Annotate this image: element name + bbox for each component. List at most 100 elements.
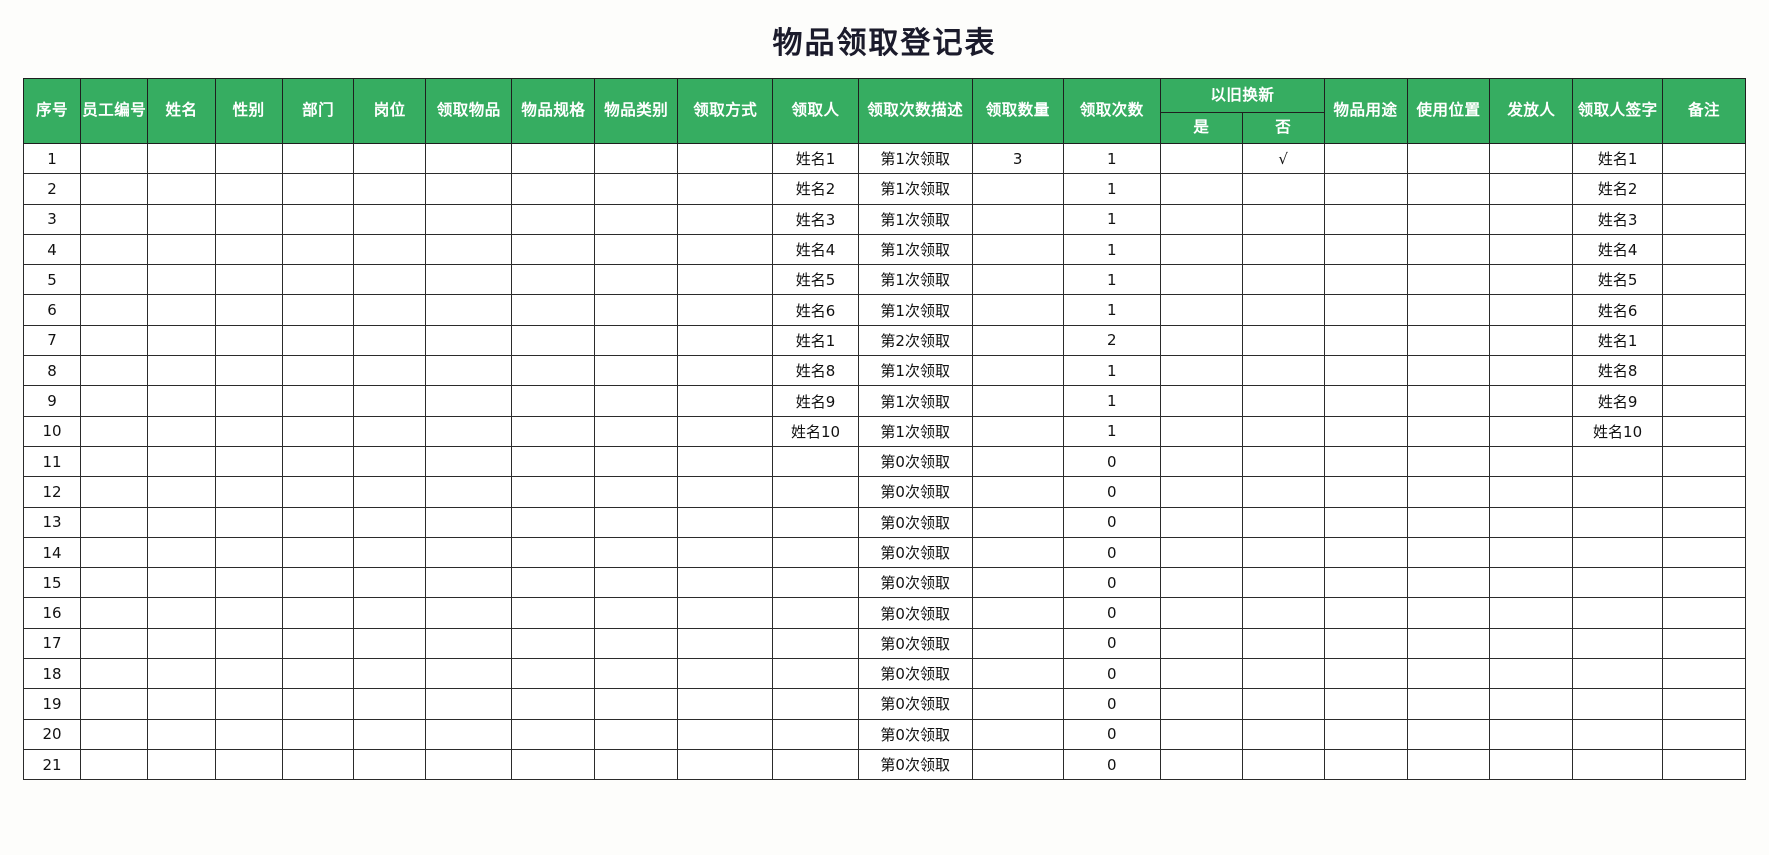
cell-post[interactable] xyxy=(353,142,427,175)
cell-trade-in-yes[interactable] xyxy=(1160,567,1243,599)
cell-receiver[interactable] xyxy=(772,567,859,599)
cell-trade-in-no[interactable]: √ xyxy=(1241,142,1325,175)
cell-receiver[interactable]: 姓名3 xyxy=(772,203,859,235)
cell-name[interactable] xyxy=(147,385,216,417)
cell-name[interactable] xyxy=(147,567,216,599)
cell-post[interactable] xyxy=(353,476,427,508)
cell-spec[interactable] xyxy=(511,718,596,750)
cell-post[interactable] xyxy=(353,567,427,599)
cell-times[interactable]: 0 xyxy=(1062,536,1162,569)
cell-usage[interactable] xyxy=(1323,264,1408,296)
cell-seq[interactable]: 9 xyxy=(22,385,82,417)
cell-category[interactable] xyxy=(594,476,679,508)
cell-dept[interactable] xyxy=(281,233,355,266)
cell-category[interactable] xyxy=(594,718,679,750)
cell-dept[interactable] xyxy=(281,658,355,690)
cell-name[interactable] xyxy=(147,536,216,569)
cell-gender[interactable] xyxy=(214,203,283,235)
cell-usage[interactable] xyxy=(1323,718,1408,750)
cell-signature[interactable]: 姓名1 xyxy=(1572,324,1663,357)
cell-issuer[interactable] xyxy=(1489,264,1574,296)
col-header-issuer[interactable]: 发放人 xyxy=(1489,78,1574,144)
cell-item[interactable] xyxy=(425,597,513,629)
cell-times[interactable]: 0 xyxy=(1062,748,1162,781)
cell-emp-no[interactable] xyxy=(80,324,149,357)
cell-usage[interactable] xyxy=(1323,476,1408,508)
cell-seq[interactable]: 17 xyxy=(22,627,82,660)
cell-category[interactable] xyxy=(594,567,679,599)
cell-remark[interactable] xyxy=(1661,264,1747,296)
cell-signature[interactable] xyxy=(1572,445,1663,478)
cell-location[interactable] xyxy=(1406,748,1491,781)
cell-item[interactable] xyxy=(425,233,513,266)
cell-gender[interactable] xyxy=(214,748,283,781)
cell-issuer[interactable] xyxy=(1489,536,1574,569)
cell-name[interactable] xyxy=(147,658,216,690)
cell-trade-in-yes[interactable] xyxy=(1160,264,1243,296)
cell-seq[interactable]: 16 xyxy=(22,597,82,629)
cell-category[interactable] xyxy=(594,355,679,387)
cell-signature[interactable]: 姓名4 xyxy=(1572,233,1663,266)
cell-issuer[interactable] xyxy=(1489,748,1574,781)
cell-gender[interactable] xyxy=(214,385,283,417)
cell-spec[interactable] xyxy=(511,173,596,205)
cell-post[interactable] xyxy=(353,688,427,720)
cell-item[interactable] xyxy=(425,658,513,690)
cell-name[interactable] xyxy=(147,506,216,538)
cell-item[interactable] xyxy=(425,173,513,205)
cell-dept[interactable] xyxy=(281,445,355,478)
cell-category[interactable] xyxy=(594,688,679,720)
cell-trade-in-yes[interactable] xyxy=(1160,203,1243,235)
cell-seq[interactable]: 1 xyxy=(22,142,82,175)
cell-quantity[interactable]: 3 xyxy=(971,142,1064,175)
cell-item[interactable] xyxy=(425,627,513,660)
cell-signature[interactable] xyxy=(1572,688,1663,720)
cell-trade-in-yes[interactable] xyxy=(1160,476,1243,508)
cell-trade-in-yes[interactable] xyxy=(1160,445,1243,478)
cell-dept[interactable] xyxy=(281,627,355,660)
cell-times-desc[interactable]: 第1次领取 xyxy=(857,355,973,387)
cell-seq[interactable]: 13 xyxy=(22,506,82,538)
cell-issuer[interactable] xyxy=(1489,203,1574,235)
cell-emp-no[interactable] xyxy=(80,203,149,235)
cell-times-desc[interactable]: 第1次领取 xyxy=(857,385,973,417)
cell-spec[interactable] xyxy=(511,355,596,387)
cell-emp-no[interactable] xyxy=(80,627,149,660)
cell-receiver[interactable]: 姓名2 xyxy=(772,173,859,205)
cell-dept[interactable] xyxy=(281,506,355,538)
cell-category[interactable] xyxy=(594,536,679,569)
col-header-receiver[interactable]: 领取人 xyxy=(772,78,859,144)
cell-dept[interactable] xyxy=(281,415,355,447)
cell-quantity[interactable] xyxy=(971,627,1064,660)
cell-receiver[interactable]: 姓名10 xyxy=(772,415,859,447)
cell-usage[interactable] xyxy=(1323,748,1408,781)
cell-location[interactable] xyxy=(1406,688,1491,720)
cell-remark[interactable] xyxy=(1661,748,1747,781)
cell-spec[interactable] xyxy=(511,597,596,629)
cell-location[interactable] xyxy=(1406,627,1491,660)
cell-category[interactable] xyxy=(594,233,679,266)
cell-usage[interactable] xyxy=(1323,567,1408,599)
cell-issuer[interactable] xyxy=(1489,415,1574,447)
cell-name[interactable] xyxy=(147,264,216,296)
cell-trade-in-yes[interactable] xyxy=(1160,658,1243,690)
cell-item[interactable] xyxy=(425,476,513,508)
cell-remark[interactable] xyxy=(1661,627,1747,660)
cell-location[interactable] xyxy=(1406,718,1491,750)
cell-issuer[interactable] xyxy=(1489,688,1574,720)
cell-issuer[interactable] xyxy=(1489,294,1574,326)
cell-signature[interactable] xyxy=(1572,658,1663,690)
cell-gender[interactable] xyxy=(214,627,283,660)
cell-quantity[interactable] xyxy=(971,385,1064,417)
col-header-usage[interactable]: 物品用途 xyxy=(1323,78,1408,144)
cell-remark[interactable] xyxy=(1661,173,1747,205)
cell-category[interactable] xyxy=(594,658,679,690)
cell-name[interactable] xyxy=(147,294,216,326)
cell-location[interactable] xyxy=(1406,536,1491,569)
col-header-item[interactable]: 领取物品 xyxy=(425,78,513,144)
cell-spec[interactable] xyxy=(511,415,596,447)
cell-trade-in-yes[interactable] xyxy=(1160,142,1243,175)
cell-receiver[interactable]: 姓名4 xyxy=(772,233,859,266)
cell-spec[interactable] xyxy=(511,445,596,478)
cell-issuer[interactable] xyxy=(1489,173,1574,205)
